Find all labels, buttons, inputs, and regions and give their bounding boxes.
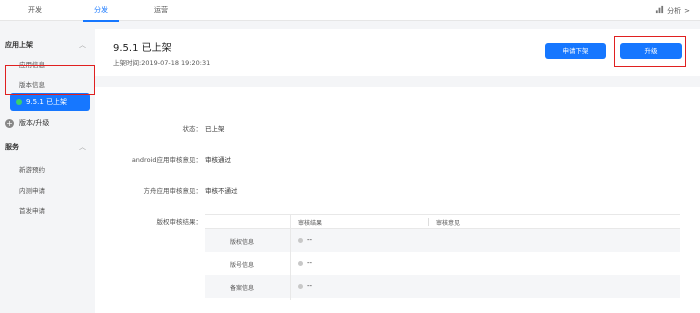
row-name: 备案信息 bbox=[230, 285, 255, 292]
chevron-right-icon: > bbox=[684, 6, 690, 15]
add-version-label: 版本/升级 bbox=[19, 119, 50, 127]
sidebar-section-services[interactable]: 服务 ︿ bbox=[5, 142, 89, 152]
status-dot-icon bbox=[298, 260, 303, 266]
table-row: 版权信息 -- bbox=[205, 229, 680, 252]
sidebar-section-title: 服务 bbox=[5, 143, 19, 151]
sidebar-item-launch-application[interactable]: 首发申请 bbox=[19, 205, 45, 215]
request-unpublish-button[interactable]: 申请下架 bbox=[545, 43, 606, 59]
column-header-opinion: 审核意见 bbox=[436, 220, 461, 227]
analysis-link[interactable]: 分析 > bbox=[655, 5, 690, 16]
review-details-panel: 状态： 已上架 android应用审核意见： 审核通过 方舟应用审核意见： 审核… bbox=[95, 87, 700, 313]
status-value: 已上架 bbox=[205, 125, 225, 133]
row-result: -- bbox=[298, 282, 312, 290]
copyright-review-label: 版权审核结果： bbox=[156, 218, 203, 226]
row-result-text: -- bbox=[307, 282, 313, 290]
tab-operate[interactable]: 运营 bbox=[141, 0, 181, 21]
row-result: -- bbox=[298, 236, 312, 244]
chevron-up-icon[interactable]: ︿ bbox=[79, 142, 86, 152]
analysis-label: 分析 bbox=[667, 6, 682, 15]
highlight-box-active-version bbox=[5, 65, 95, 95]
analysis-icon bbox=[655, 5, 664, 16]
add-version-button[interactable]: + 版本/升级 bbox=[5, 118, 49, 128]
active-version-label: 9.5.1 已上架 bbox=[26, 98, 68, 106]
column-divider bbox=[290, 214, 291, 300]
status-label: 状态： bbox=[182, 125, 203, 133]
highlight-box-upgrade bbox=[614, 36, 686, 67]
table-row: 版号信息 -- bbox=[205, 252, 680, 275]
status-dot-icon bbox=[298, 237, 303, 243]
row-name: 版号信息 bbox=[230, 262, 255, 269]
plus-icon: + bbox=[5, 118, 14, 128]
copyright-review-table: 审核结果 审核意见 版权信息 -- 版号信息 -- 备案信息 -- bbox=[205, 214, 680, 300]
sidebar-section-title: 应用上架 bbox=[5, 41, 33, 49]
top-nav: 开发 分发 运营 分析 > bbox=[0, 0, 700, 22]
tab-distribute[interactable]: 分发 bbox=[81, 0, 121, 22]
android-review-value: 审核通过 bbox=[205, 156, 231, 164]
row-result: -- bbox=[298, 259, 312, 267]
version-title: 9.5.1 已上架 bbox=[113, 43, 172, 54]
sidebar-item-beta-application[interactable]: 内测申请 bbox=[19, 185, 45, 195]
android-review-label: android应用审核意见： bbox=[131, 156, 202, 164]
chevron-up-icon[interactable]: ︿ bbox=[79, 40, 86, 50]
tab-develop[interactable]: 开发 bbox=[15, 0, 55, 21]
release-time: 上架时间:2019-07-18 19:20:31 bbox=[113, 59, 211, 67]
ark-review-label: 方舟应用审核意见： bbox=[143, 187, 203, 195]
status-dot-icon bbox=[16, 99, 22, 105]
row-result-text: -- bbox=[307, 259, 313, 267]
column-header-result: 审核结果 bbox=[298, 220, 323, 227]
sidebar-item-active-version[interactable]: 9.5.1 已上架 bbox=[10, 93, 90, 111]
table-row: 备案信息 -- bbox=[205, 275, 680, 298]
sidebar-item-new-game-reservation[interactable]: 新游预约 bbox=[19, 164, 45, 174]
status-dot-icon bbox=[298, 283, 303, 289]
sidebar-section-app-listing[interactable]: 应用上架 ︿ bbox=[5, 40, 89, 50]
row-result-text: -- bbox=[307, 236, 313, 244]
row-name: 版权信息 bbox=[230, 239, 255, 246]
ark-review-value: 审核不通过 bbox=[205, 187, 238, 195]
table-header: 审核结果 审核意见 bbox=[205, 214, 680, 229]
column-divider bbox=[428, 218, 429, 226]
version-header-card: 9.5.1 已上架 上架时间:2019-07-18 19:20:31 申请下架 … bbox=[95, 29, 700, 76]
